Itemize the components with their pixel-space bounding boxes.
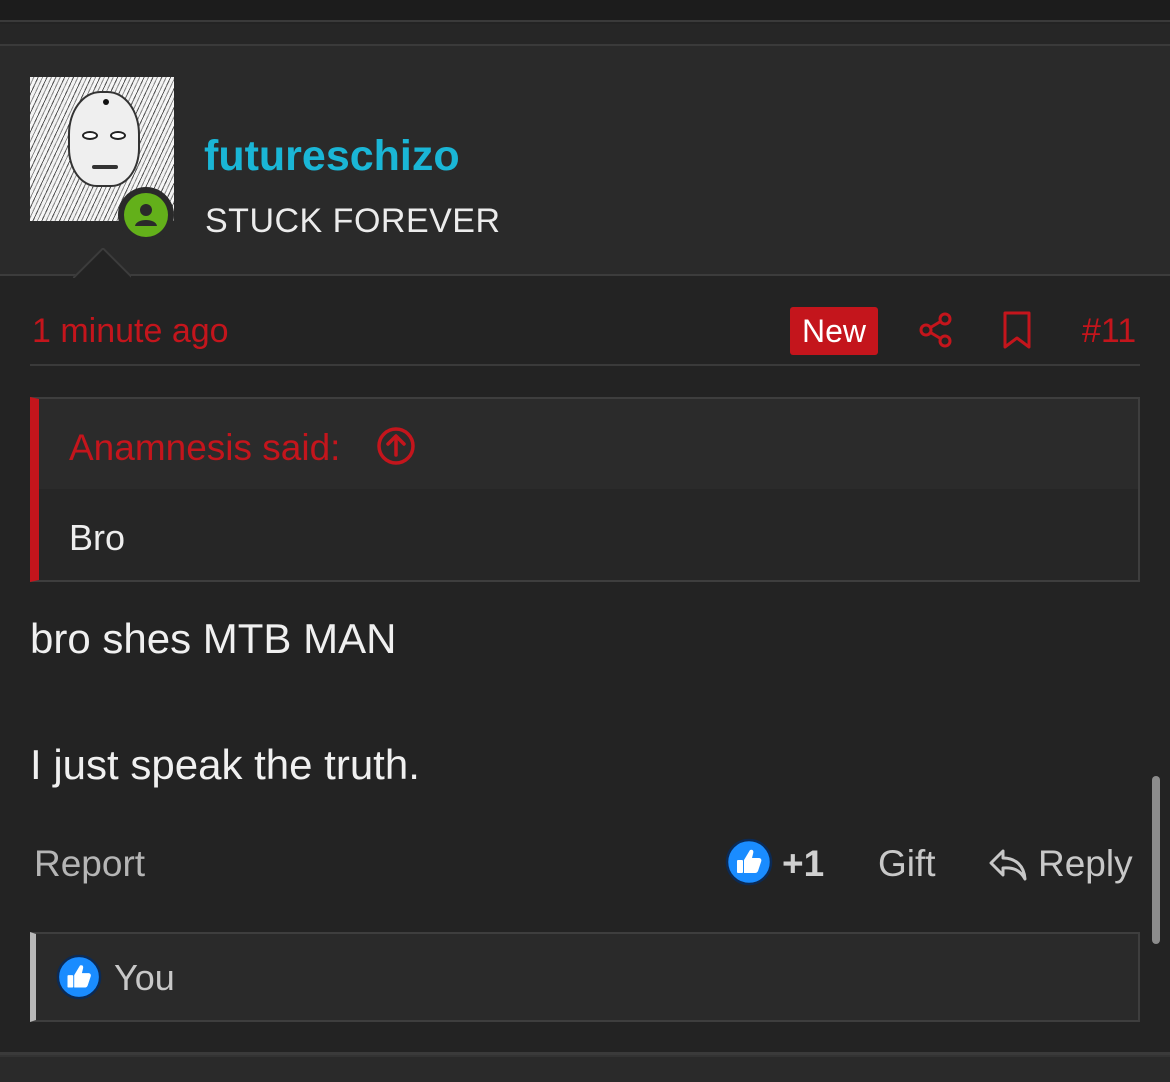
- new-badge: New: [790, 307, 879, 355]
- quote-block: Anamnesis said: Bro: [30, 397, 1140, 582]
- like-icon: [56, 954, 102, 1000]
- top-divider: [0, 0, 1170, 22]
- top-divider-2: [0, 24, 1170, 46]
- report-button[interactable]: Report: [34, 843, 145, 885]
- reactions-bar[interactable]: You: [30, 932, 1140, 1022]
- bookmark-icon[interactable]: [1000, 310, 1034, 350]
- header-pointer: [73, 248, 131, 278]
- like-count[interactable]: +1: [782, 843, 824, 885]
- scrollbar[interactable]: [1152, 776, 1160, 944]
- like-icon[interactable]: [725, 838, 773, 886]
- bottom-strip: [0, 1055, 1170, 1082]
- quote-text: Bro: [69, 517, 126, 558]
- post-page: futureschizo STUCK FOREVER 1 minute ago …: [0, 0, 1170, 1082]
- gift-button[interactable]: Gift: [878, 843, 936, 885]
- message-line: I just speak the truth.: [30, 741, 420, 788]
- user-header: futureschizo STUCK FOREVER: [0, 46, 1170, 276]
- post-number-link[interactable]: #11: [1082, 312, 1136, 351]
- username-link[interactable]: futureschizo: [204, 132, 460, 181]
- user-title: STUCK FOREVER: [205, 202, 501, 240]
- message-line: bro shes MTB MAN: [30, 615, 397, 662]
- online-status-icon: [118, 187, 174, 243]
- post-meta: 1 minute ago New #11: [30, 300, 1140, 366]
- avatar-face: [68, 91, 140, 187]
- reaction-user-list[interactable]: You: [114, 957, 175, 999]
- quote-author-link[interactable]: Anamnesis said:: [69, 427, 340, 469]
- reply-icon[interactable]: [987, 846, 1029, 884]
- share-icon[interactable]: [916, 310, 956, 350]
- post-time[interactable]: 1 minute ago: [32, 312, 229, 351]
- reply-button[interactable]: Reply: [1038, 843, 1133, 885]
- arrow-up-circle-icon[interactable]: [375, 425, 417, 467]
